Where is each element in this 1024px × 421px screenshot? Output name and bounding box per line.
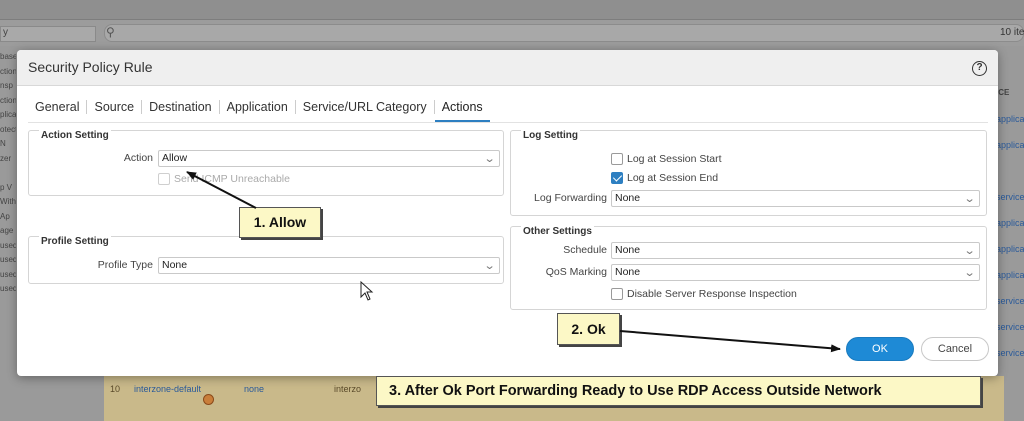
bg-left-col-item: ction xyxy=(0,66,16,76)
qos-marking-label: QoS Marking xyxy=(545,266,607,278)
tab-general[interactable]: General xyxy=(28,92,86,122)
schedule-select[interactable]: None ⌄ xyxy=(611,242,980,259)
help-icon[interactable]: ? xyxy=(972,61,987,76)
disable-server-response-inspection-label: Disable Server Response Inspection xyxy=(627,288,797,300)
profile-type-value: None xyxy=(162,259,188,271)
log-at-session-start-checkbox[interactable]: Log at Session Start xyxy=(611,153,722,165)
tab-destination[interactable]: Destination xyxy=(142,92,219,122)
annotation-step-2: 2. Ok xyxy=(557,313,620,345)
bg-right-col-item[interactable]: applica xyxy=(996,262,1024,288)
action-select[interactable]: Allow ⌄ xyxy=(158,150,500,167)
bg-left-col-item: Withd xyxy=(0,197,16,206)
bg-left-col-item: ction xyxy=(0,95,16,105)
bg-left-col-item: age xyxy=(0,226,14,235)
action-label: Action xyxy=(123,152,153,164)
bg-status-icon xyxy=(203,394,214,405)
bg-left-col-item: used xyxy=(0,284,16,293)
bg-right-col-item[interactable]: service xyxy=(996,288,1024,314)
chevron-down-icon: ⌄ xyxy=(483,153,496,165)
profile-type-label: Profile Type xyxy=(97,259,153,271)
profile-setting-title: Profile Setting xyxy=(39,236,111,247)
checkbox-checked-icon xyxy=(611,172,623,184)
bg-left-col-item xyxy=(0,166,16,181)
bg-filter-select[interactable]: y xyxy=(0,26,96,42)
bg-row-tag: none xyxy=(244,384,265,394)
bg-right-col-item[interactable]: applica xyxy=(996,106,1024,132)
tab-bar: General Source Destination Application S… xyxy=(28,92,490,122)
bg-right-column: ICE applica applica service applica applica a… xyxy=(996,80,1024,380)
tab-source[interactable]: Source xyxy=(87,92,141,122)
checkbox-box xyxy=(611,153,623,165)
bg-right-col-item[interactable]: applica xyxy=(996,236,1024,262)
schedule-value: None xyxy=(615,244,641,256)
tab-actions[interactable]: Actions xyxy=(434,92,490,122)
checkbox-box xyxy=(611,288,623,300)
bg-left-col-item: N xyxy=(0,139,6,148)
log-forwarding-select[interactable]: None ⌄ xyxy=(611,190,980,207)
log-setting-title: Log Setting xyxy=(521,130,580,141)
bg-left-col-item: used xyxy=(0,255,16,264)
profile-type-select[interactable]: None ⌄ xyxy=(158,257,500,274)
bg-left-col-item: used xyxy=(0,240,16,250)
send-icmp-unreachable-label: Send ICMP Unreachable xyxy=(174,173,290,185)
search-icon: ⚲ xyxy=(106,25,115,39)
bg-right-col-item[interactable]: service xyxy=(996,340,1024,366)
log-setting-group: Log Setting Log at Session Start Log at … xyxy=(510,130,987,216)
log-forwarding-label: Log Forwarding xyxy=(534,192,607,204)
bg-topbar xyxy=(0,0,1024,20)
schedule-label: Schedule xyxy=(563,244,607,256)
chevron-down-icon: ⌄ xyxy=(963,245,976,257)
bg-left-col-item: Ap xyxy=(0,211,10,221)
security-policy-rule-dialog: Security Policy Rule ? General Source De… xyxy=(17,50,998,376)
qos-marking-value: None xyxy=(615,266,641,278)
other-settings-group: Other Settings Schedule None ⌄ QoS Marki… xyxy=(510,226,987,310)
disable-server-response-inspection-checkbox[interactable]: Disable Server Response Inspection xyxy=(611,288,797,300)
annotation-step-1: 1. Allow xyxy=(239,207,321,238)
bg-right-col-item[interactable]: applica xyxy=(996,132,1024,158)
bg-right-col-item[interactable]: applica xyxy=(996,210,1024,236)
tab-application[interactable]: Application xyxy=(220,92,295,122)
bg-left-col-item: p V xyxy=(0,182,13,192)
profile-setting-group: Profile Setting Profile Type None ⌄ xyxy=(28,236,504,284)
annotation-step-3: 3. After Ok Port Forwarding Ready to Use… xyxy=(376,376,981,406)
chevron-down-icon: ⌄ xyxy=(963,193,976,205)
bg-left-col-item: otect xyxy=(0,124,16,134)
checkbox-box xyxy=(158,173,170,185)
bg-left-col-item: base xyxy=(0,52,16,61)
action-value: Allow xyxy=(162,152,188,164)
log-at-session-start-label: Log at Session Start xyxy=(627,153,722,165)
action-setting-group: Action Setting Action Allow ⌄ Send ICMP … xyxy=(28,130,504,196)
bg-left-column: base ction nsp ction plica otect Nzer p V Withd A… xyxy=(0,50,16,370)
action-setting-title: Action Setting xyxy=(39,130,111,141)
bg-right-col-item[interactable]: service xyxy=(996,314,1024,340)
bg-left-col-item: used xyxy=(0,269,16,279)
bg-left-col-item: plica xyxy=(0,110,16,119)
cancel-button[interactable]: Cancel xyxy=(921,337,989,361)
tabs-underline xyxy=(28,122,988,123)
chevron-down-icon: ⌄ xyxy=(483,260,496,272)
bg-row-num: 10 xyxy=(110,384,121,394)
bg-right-col-item[interactable]: service xyxy=(996,184,1024,210)
chevron-down-icon: ⌄ xyxy=(963,267,976,279)
tab-service-url-category[interactable]: Service/URL Category xyxy=(296,92,434,122)
bg-row-zone: interzo xyxy=(334,384,362,394)
bg-search-input[interactable] xyxy=(104,24,1024,42)
ok-button[interactable]: OK xyxy=(846,337,914,361)
log-at-session-end-label: Log at Session End xyxy=(627,172,719,184)
qos-marking-select[interactable]: None ⌄ xyxy=(611,264,980,281)
bg-right-col-item[interactable] xyxy=(996,158,1024,184)
bg-left-col-item: nsp xyxy=(0,81,13,90)
bg-item-count: 10 ite xyxy=(1000,27,1024,38)
dialog-header: Security Policy Rule ? xyxy=(17,50,998,86)
bg-row-name[interactable]: interzone-default xyxy=(134,384,201,394)
send-icmp-unreachable-checkbox[interactable]: Send ICMP Unreachable xyxy=(158,173,290,185)
other-settings-title: Other Settings xyxy=(521,226,594,237)
log-at-session-end-checkbox[interactable]: Log at Session End xyxy=(611,172,718,184)
bg-column-header: ICE xyxy=(996,88,1010,97)
log-forwarding-value: None xyxy=(615,192,641,204)
bg-left-col-item: zer xyxy=(0,153,12,163)
dialog-title: Security Policy Rule xyxy=(28,59,153,75)
